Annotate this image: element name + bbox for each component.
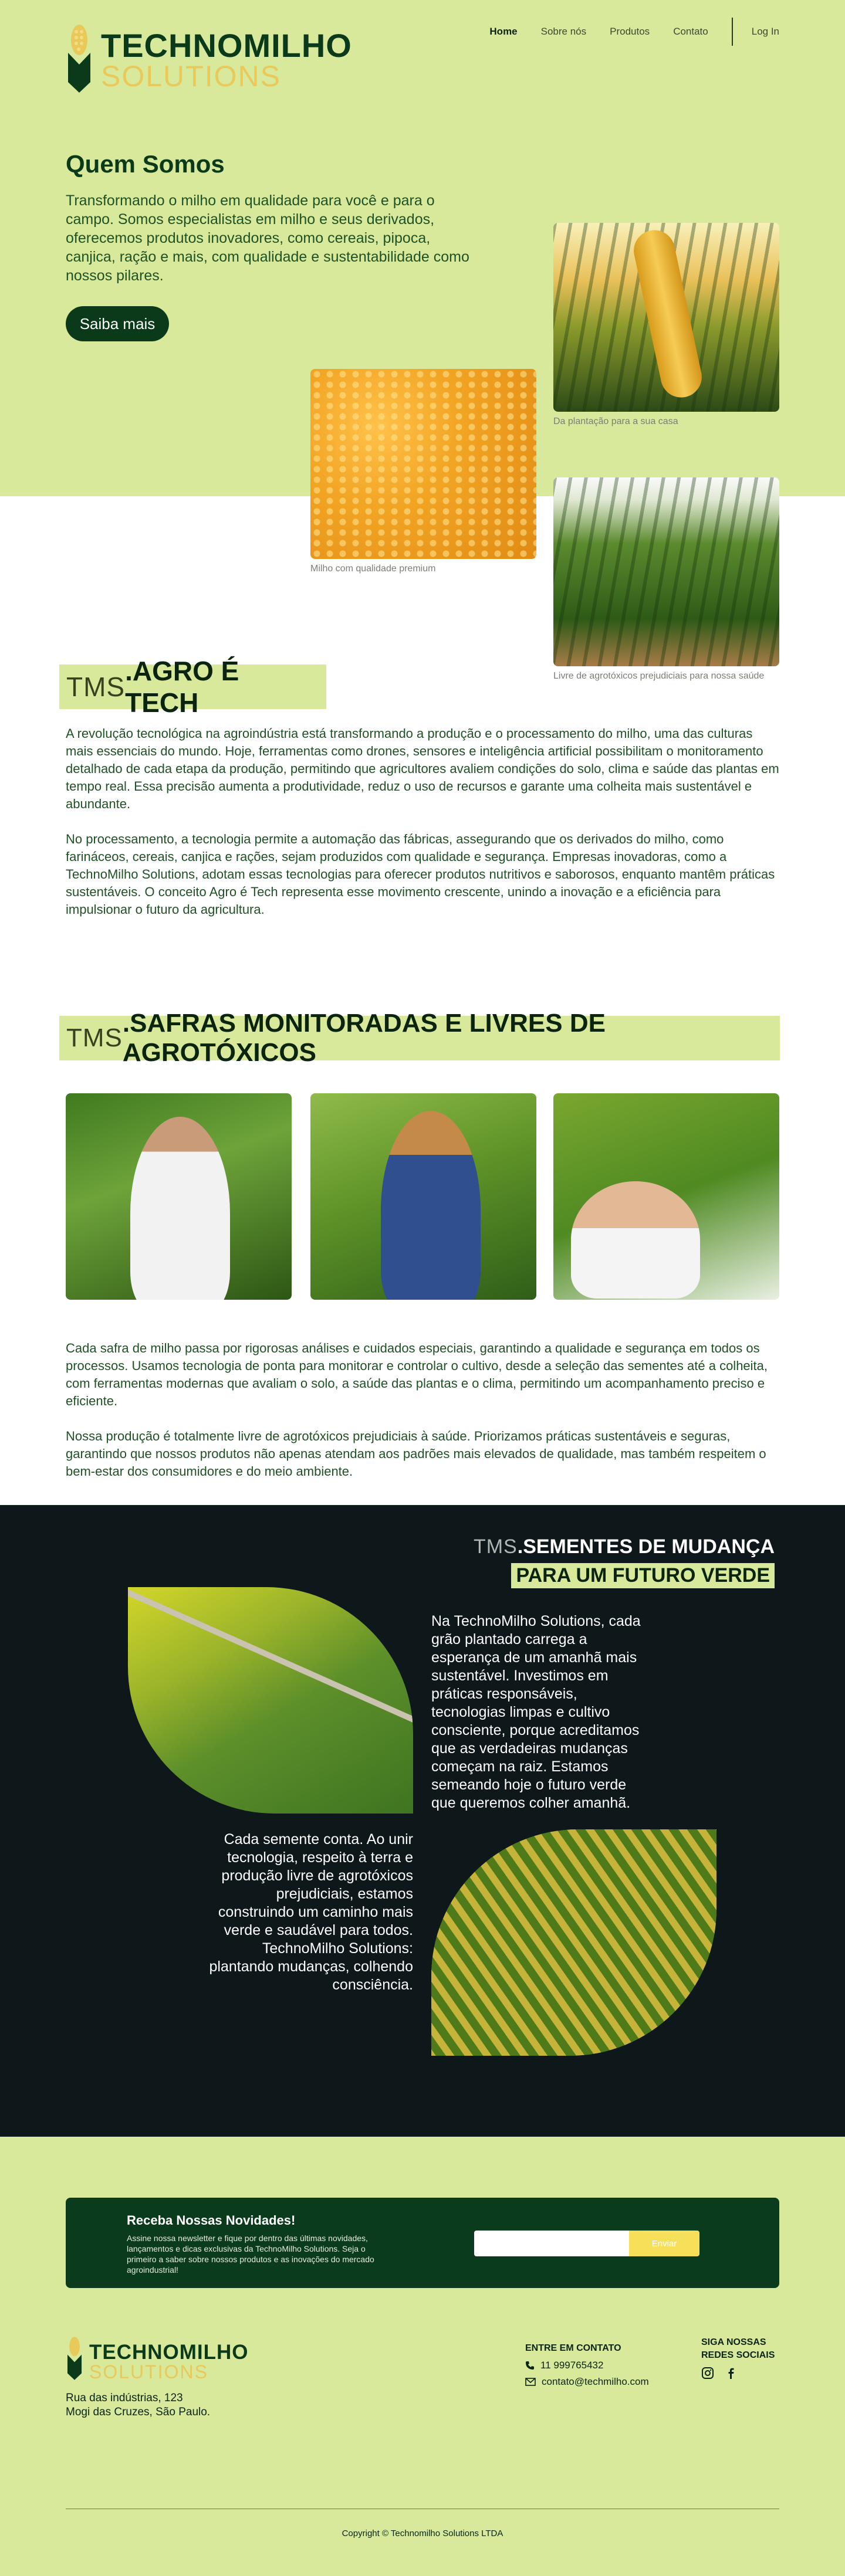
hero-description: Transformando o milho em qualidade para … <box>66 192 469 284</box>
safras-section: TMS .SAFRAS MONITORADAS E LIVRES DE AGROT… <box>0 903 845 1505</box>
social-title: SIGA NOSSAS REDES SOCIAIS <box>701 2337 775 2360</box>
newsletter-email-input[interactable] <box>474 2231 629 2256</box>
brand-name-line2: SOLUTIONS <box>101 60 281 93</box>
instagram-icon[interactable] <box>701 2367 714 2380</box>
address-line-1: Rua das indústrias, 123 <box>66 2392 183 2404</box>
nav-item-home[interactable]: Home <box>489 26 517 38</box>
sementes-section: TMS.SEMENTES DE MUDANÇA PARA UM FUTURO V… <box>0 1505 845 2137</box>
safras-heading-prefix: TMS <box>66 1023 123 1052</box>
login-link[interactable]: Log In <box>752 26 779 38</box>
contact-email-text: contato@techmilho.com <box>542 2376 649 2387</box>
safras-body: Cada safra de milho passa por rigorosas … <box>66 1340 779 1480</box>
hero-title: Quem Somos <box>66 150 225 178</box>
aerial-field-road-photo <box>128 1587 413 1814</box>
address-line-2: Mogi das Cruzes, São Paulo. <box>66 2406 211 2418</box>
footer-brand-line1: TECHNOMILHO <box>89 2341 249 2364</box>
newsletter-description: Assine nossa newsletter e fique por dent… <box>127 2233 374 2275</box>
nav-item-sobre[interactable]: Sobre nós <box>541 26 587 38</box>
nav-item-contato[interactable]: Contato <box>673 26 708 38</box>
mail-icon <box>525 2378 536 2386</box>
footer-brand-line2: SOLUTIONS <box>89 2361 208 2382</box>
brand-logo[interactable]: TECHNOMILHO SOLUTIONS <box>66 23 352 94</box>
sementes-heading-subtitle: PARA UM FUTURO VERDE <box>511 1563 775 1588</box>
facebook-icon[interactable] <box>725 2367 738 2380</box>
newsletter-submit-button[interactable]: Enviar <box>629 2231 699 2256</box>
caption-cob: Da plantação para a sua casa <box>553 416 678 426</box>
sementes-heading-prefix: TMS <box>473 1536 518 1558</box>
safras-paragraph: Nossa produção é totalmente livre de agr… <box>66 1429 766 1479</box>
farmer-with-tablet-photo <box>310 1093 536 1300</box>
contact-title: ENTRE EM CONTATO <box>525 2343 621 2353</box>
aerial-crop-rows-photo <box>431 1829 716 2056</box>
phone-icon <box>526 2361 534 2370</box>
agro-heading-prefix: TMS <box>66 672 126 702</box>
caption-kernels: Milho com qualidade premium <box>310 564 436 574</box>
agro-body: A revolução tecnológica na agroindústria… <box>66 725 779 918</box>
footer-logo[interactable]: TECHNOMILHO SOLUTIONS <box>66 2336 249 2381</box>
social-links <box>701 2367 738 2380</box>
brand-name-line1: TECHNOMILHO <box>101 27 352 64</box>
agro-heading-title: .AGRO É TECH <box>125 656 239 718</box>
magnifier-inspection-photo <box>553 1093 779 1300</box>
scientist-inspecting-leaf-photo <box>66 1093 292 1300</box>
contact-email[interactable]: contato@techmilho.com <box>525 2376 649 2388</box>
hero-section: TECHNOMILHO SOLUTIONS Home Sobre nós Pro… <box>0 0 845 917</box>
sementes-heading: TMS.SEMENTES DE MUDANÇA PARA UM FUTURO V… <box>474 1536 775 1588</box>
site-footer: Receba Nossas Novidades! Assine nossa ne… <box>0 2137 845 2576</box>
agro-heading: TMS .AGRO É TECH <box>59 656 326 718</box>
main-nav: Home Sobre nós Produtos Contato Log In <box>466 18 779 46</box>
corn-logo-icon <box>67 2337 82 2380</box>
contact-phone[interactable]: 11 999765432 <box>525 2360 603 2371</box>
sementes-text-2: Cada semente conta. Ao unir tecnologia, … <box>209 1831 414 1993</box>
newsletter-box: Receba Nossas Novidades! Assine nossa ne… <box>66 2198 779 2288</box>
safras-heading-title: .SAFRAS MONITORADAS E LIVRES DE AGROTÓXI… <box>122 1009 606 1067</box>
corn-cob-photo <box>553 223 779 412</box>
corn-field-photo <box>553 477 779 666</box>
nav-item-produtos[interactable]: Produtos <box>610 26 650 38</box>
agro-paragraph: A revolução tecnológica na agroindústria… <box>66 726 779 811</box>
safras-heading: TMS .SAFRAS MONITORADAS E LIVRES DE AGROT… <box>59 1009 780 1067</box>
newsletter-title: Receba Nossas Novidades! <box>127 2213 296 2228</box>
saiba-mais-button[interactable]: Saiba mais <box>66 306 169 341</box>
caption-field: Livre de agrotóxicos prejudiciais para n… <box>553 671 765 681</box>
safras-paragraph: Cada safra de milho passa por rigorosas … <box>66 1341 768 1408</box>
copyright: Copyright © Technomilho Solutions LTDA <box>342 2528 503 2538</box>
contact-phone-text: 11 999765432 <box>540 2360 604 2371</box>
corn-kernels-photo <box>310 369 536 559</box>
nav-divider <box>731 18 733 46</box>
sementes-heading-title: .SEMENTES DE MUDANÇA <box>517 1536 775 1558</box>
sementes-text-1: Na TechnoMilho Solutions, cada grão plan… <box>431 1613 641 1811</box>
footer-address: Rua das indústrias, 123 Mogi das Cruzes,… <box>66 2391 210 2419</box>
corn-logo-icon <box>68 25 90 93</box>
